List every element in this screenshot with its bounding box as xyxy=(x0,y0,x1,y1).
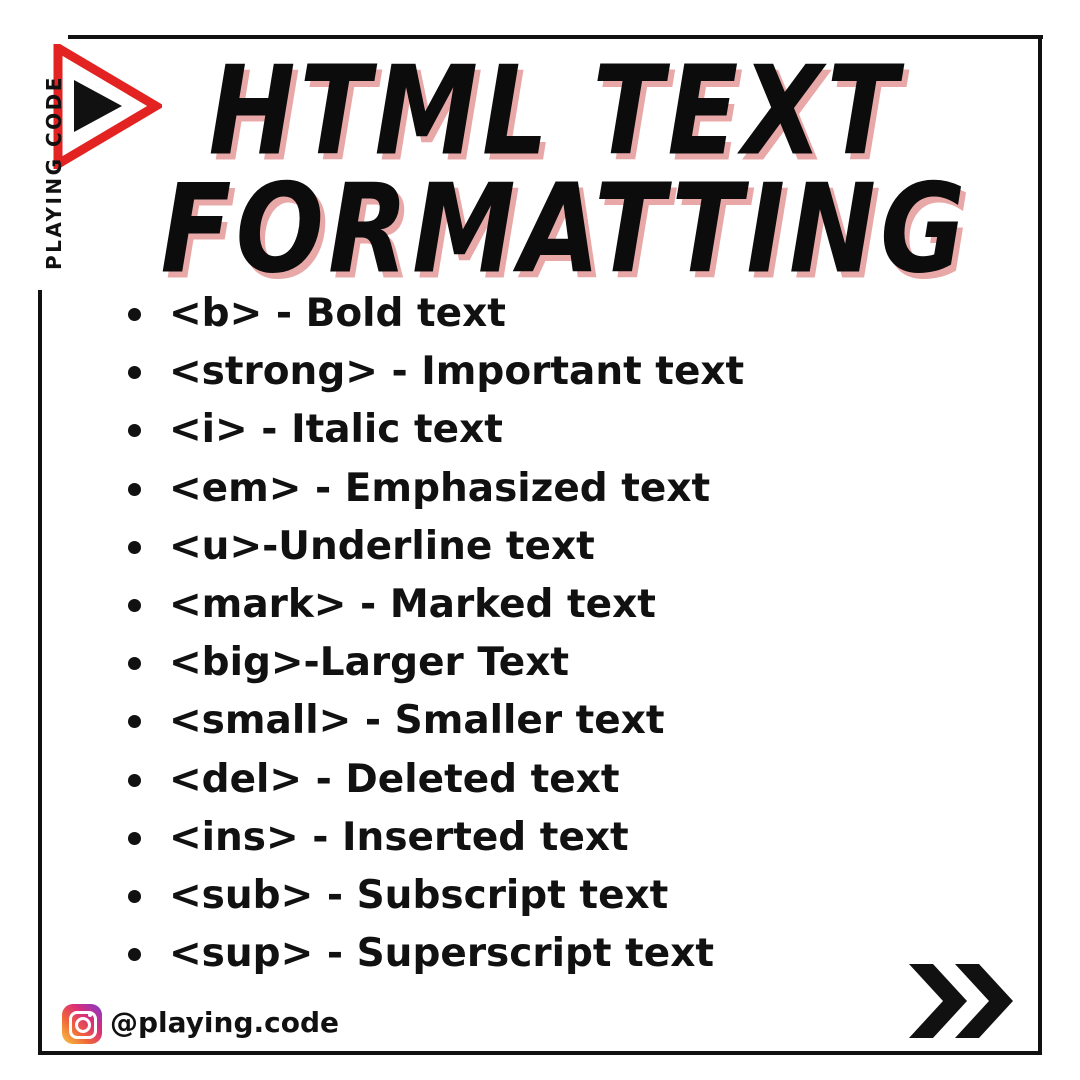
list-item: <big>-Larger Text xyxy=(128,639,744,697)
list-item: <sub> - Subscript text xyxy=(128,872,744,930)
bullet-icon xyxy=(128,540,141,554)
list-item-text: <big>-Larger Text xyxy=(169,640,569,686)
list-item-text: <em> - Emphasized text xyxy=(169,465,711,511)
bullet-icon xyxy=(128,366,141,380)
list-item-text: <i> - Italic text xyxy=(169,407,503,453)
bullet-icon xyxy=(128,424,141,438)
list-item-text: <del> - Deleted text xyxy=(169,756,620,802)
list-item: <sup> - Superscript text xyxy=(128,930,744,988)
bullet-icon xyxy=(128,482,141,496)
bullet-icon xyxy=(128,948,141,962)
list-item: <i> - Italic text xyxy=(128,406,744,464)
bullet-icon xyxy=(128,308,141,321)
list-item: <em> - Emphasized text xyxy=(128,465,744,523)
instagram-handle-link[interactable]: @playing.code xyxy=(110,1006,339,1039)
list-item: <del> - Deleted text xyxy=(128,756,744,814)
list-item-text: <small> - Smaller text xyxy=(169,698,665,744)
list-item-text: <b> - Bold text xyxy=(169,291,506,336)
list-item: <small> - Smaller text xyxy=(128,697,744,755)
frame-bottom-border xyxy=(38,1051,1042,1055)
list-item-text: <sup> - Superscript text xyxy=(169,931,715,977)
list-item-text: <ins> - Inserted text xyxy=(169,814,629,860)
bullet-icon xyxy=(128,715,141,729)
list-item: <ins> - Inserted text xyxy=(128,814,744,872)
list-item: <b> - Bold text xyxy=(128,290,744,348)
page-title-line-2: FORMATTING xyxy=(160,157,970,301)
bullet-icon xyxy=(128,598,141,612)
bullet-icon xyxy=(128,889,141,903)
bullet-icon xyxy=(128,831,141,845)
bullet-icon xyxy=(128,773,141,787)
instagram-icon[interactable] xyxy=(62,1004,102,1044)
list-item: <mark> - Marked text xyxy=(128,581,744,639)
list-item: <strong> - Important text xyxy=(128,348,744,406)
double-chevron-right-icon[interactable] xyxy=(905,962,1017,1040)
list-item-text: <strong> - Important text xyxy=(169,349,745,395)
formatting-tag-list: <b> - Bold text <strong> - Important tex… xyxy=(128,290,744,988)
list-item: <u>-Underline text xyxy=(128,523,744,581)
list-item-text: <u>-Underline text xyxy=(169,523,595,569)
list-item-text: <mark> - Marked text xyxy=(169,581,656,627)
list-item-text: <sub> - Subscript text xyxy=(169,872,669,918)
frame-left-border xyxy=(38,290,42,1055)
bullet-icon xyxy=(128,657,141,671)
